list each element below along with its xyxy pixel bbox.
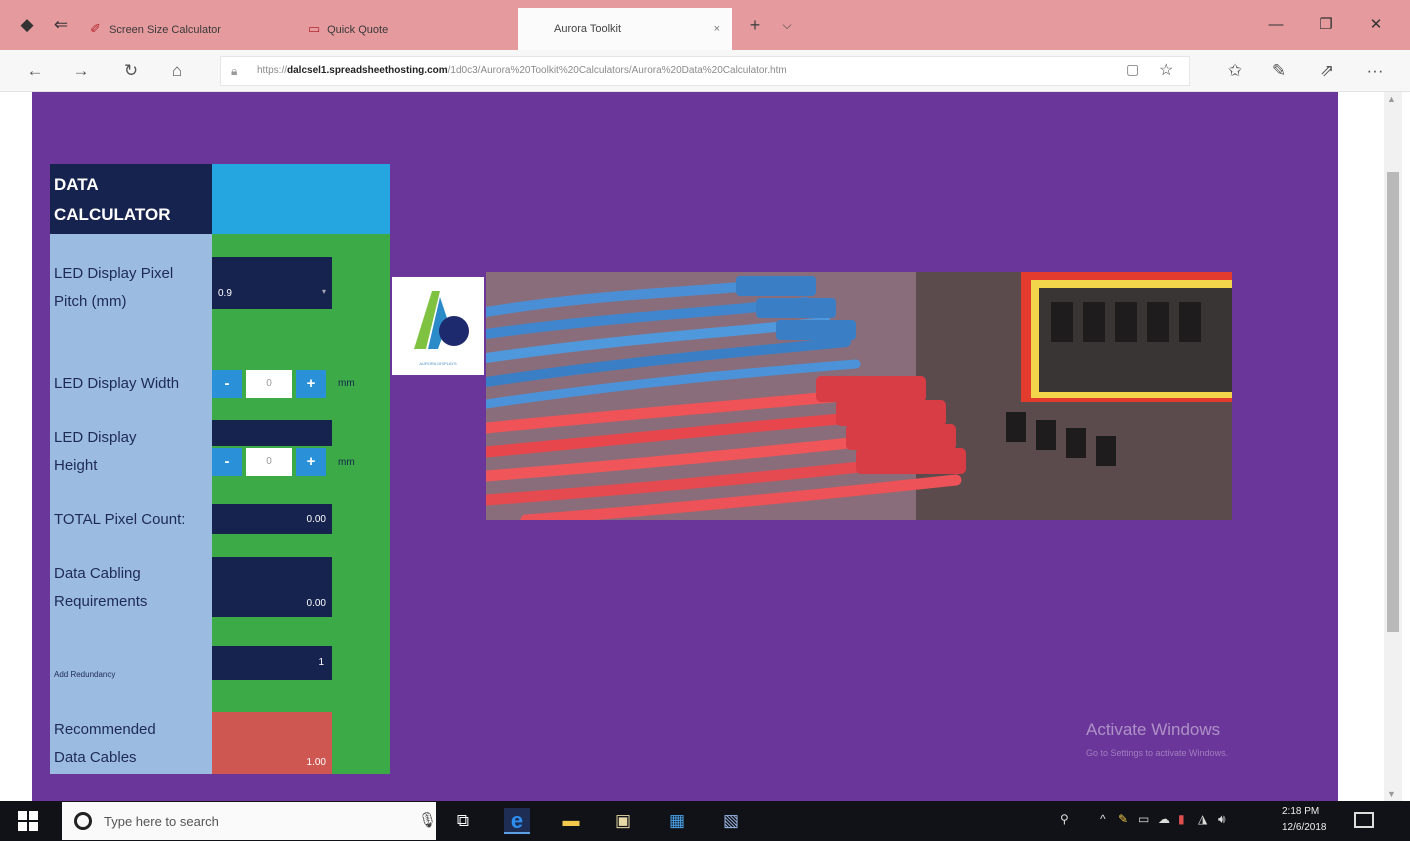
redundancy-input[interactable]: 1 <box>212 646 332 680</box>
app-pinned-icon[interactable]: ▧ <box>718 808 744 834</box>
clock-date[interactable]: 12/6/2018 <box>1282 822 1327 833</box>
tab-aurora-toolkit[interactable]: Aurora Toolkit × <box>518 8 732 50</box>
cables-photo-icon <box>486 272 1232 520</box>
height-decrement-button[interactable]: - <box>212 448 242 476</box>
tab-quick-quote[interactable]: ▭ Quick Quote <box>298 8 508 50</box>
task-view-icon[interactable]: ⧉ <box>450 808 476 834</box>
total-pixel-label: TOTAL Pixel Count: <box>54 511 186 528</box>
scroll-up-arrow-icon[interactable]: ▲ <box>1387 94 1396 104</box>
aurora-logo-mark-icon <box>414 291 469 349</box>
tab-label: Screen Size Calculator <box>109 24 221 36</box>
address-bar[interactable]: 🔒︎ https://dalcsel1.spreadsheethosting.c… <box>220 56 1190 86</box>
share-icon[interactable]: ⇗ <box>1314 58 1340 84</box>
maximize-button[interactable]: ❐ <box>1306 8 1346 42</box>
minimize-button[interactable]: — <box>1256 8 1296 42</box>
width-unit: mm <box>338 378 355 389</box>
tab-list-chevron-icon[interactable]: ⌵ <box>774 12 800 38</box>
tab-label: Quick Quote <box>327 24 389 36</box>
back-button[interactable]: ← <box>22 58 48 84</box>
network-cables-banner-image <box>486 272 1232 520</box>
pixel-pitch-label: LED Display Pixel Pitch (mm) <box>54 265 174 310</box>
browser-tab-strip: ◆ ⇐ ✐ Screen Size Calculator ▭ Quick Quo… <box>0 0 1410 50</box>
aurora-logo: AURORA DISPLAYS <box>392 277 484 375</box>
cortana-icon <box>74 812 92 830</box>
mail-icon[interactable]: ▦ <box>664 808 690 834</box>
lock-icon: 🔒︎ <box>231 64 238 78</box>
total-pixel-output: 0.00 <box>212 504 332 534</box>
home-button[interactable]: ⌂ <box>164 58 190 84</box>
height-input[interactable]: 0 <box>246 448 292 476</box>
show-hidden-icons-chevron-icon[interactable]: ^ <box>1100 812 1106 826</box>
activate-windows-title: Activate Windows <box>1086 720 1221 739</box>
cabling-output: 0.00 <box>212 557 332 617</box>
action-center-icon[interactable] <box>1354 812 1374 828</box>
scroll-down-arrow-icon[interactable]: ▼ <box>1387 789 1396 799</box>
recommended-label: Recommended Data Cables <box>54 721 156 766</box>
favorites-icon[interactable]: ✩ <box>1222 58 1248 84</box>
scroll-thumb[interactable] <box>1387 172 1399 632</box>
title-accent-block <box>212 164 390 234</box>
tab-actions-icon[interactable]: ⇐ <box>50 14 72 36</box>
tab-label: Aurora Toolkit <box>554 23 622 35</box>
refresh-button[interactable]: ↻ <box>118 58 144 84</box>
battery-icon[interactable]: ▭ <box>1138 812 1149 826</box>
height-label: LED Display Height <box>54 429 137 474</box>
tab-screen-size-calculator[interactable]: ✐ Screen Size Calculator <box>80 8 290 50</box>
page-scrollbar[interactable]: ▲ ▼ <box>1384 92 1402 801</box>
network-icon[interactable]: ◮ <box>1198 812 1207 826</box>
store-icon[interactable]: ▣ <box>610 808 636 834</box>
width-increment-button[interactable]: + <box>296 370 326 398</box>
windows-taskbar: Type here to search 🎙︎ ⧉ e ▬ ▣ ▦ ▧ ⚲ ^ ✎… <box>0 801 1410 841</box>
data-calculator: DATA CALCULATOR LED Display Pixel Pitch … <box>50 164 390 774</box>
pixel-pitch-select[interactable]: 0.9 ▾ <box>212 279 332 309</box>
more-icon[interactable]: ··· <box>1362 58 1388 84</box>
browser-toolbar: ← → ↻ ⌂ 🔒︎ https://dalcsel1.spreadsheeth… <box>0 50 1410 92</box>
page-content: DATA CALCULATOR LED Display Pixel Pitch … <box>0 92 1410 801</box>
new-tab-button[interactable]: + <box>742 12 768 38</box>
width-label: LED Display Width <box>54 375 180 392</box>
pen-icon[interactable]: ✎ <box>1266 58 1292 84</box>
page-favicon-icon: ▭ <box>308 21 321 36</box>
reading-view-icon[interactable]: ▢ <box>1126 61 1139 78</box>
pen-tray-icon[interactable]: ✎ <box>1118 812 1128 826</box>
workspaces-icon[interactable]: ◆ <box>16 14 38 36</box>
activate-windows-subtitle: Go to Settings to activate Windows. <box>1086 748 1229 758</box>
width-input[interactable]: 0 <box>246 370 292 398</box>
taskbar-search-box[interactable]: Type here to search 🎙︎ <box>62 802 437 840</box>
redundancy-label: Add Redundancy <box>54 670 116 679</box>
logo-caption: AURORA DISPLAYS <box>419 361 457 366</box>
microphone-icon[interactable]: 🎙︎ <box>418 811 437 829</box>
people-icon[interactable]: ⚲ <box>1060 812 1069 826</box>
page-favicon-icon: ✐ <box>90 21 101 36</box>
file-explorer-icon[interactable]: ▬ <box>558 808 584 834</box>
cabling-label: Data Cabling Requirements <box>54 565 148 610</box>
forward-button[interactable]: → <box>68 58 94 84</box>
height-increment-button[interactable]: + <box>296 448 326 476</box>
close-window-button[interactable]: ✕ <box>1356 8 1396 42</box>
clock-time[interactable]: 2:18 PM <box>1282 806 1319 817</box>
url-text: https://dalcsel1.spreadsheethosting.com/… <box>257 65 787 76</box>
favorite-star-icon[interactable]: ☆ <box>1159 60 1173 80</box>
calculator-title: DATA CALCULATOR <box>50 164 212 234</box>
edge-browser-icon[interactable]: e <box>504 808 530 834</box>
search-placeholder: Type here to search <box>104 814 219 829</box>
pixel-pitch-header <box>212 257 332 279</box>
close-tab-icon[interactable]: × <box>714 8 720 50</box>
windows-start-icon[interactable] <box>18 811 38 831</box>
recommended-output: 1.00 <box>212 712 332 774</box>
dropdown-chevron-icon: ▾ <box>321 287 326 296</box>
volume-icon[interactable]: 🔊︎ <box>1218 812 1226 827</box>
height-unit: mm <box>338 457 355 468</box>
security-shield-icon[interactable]: ▮ <box>1178 812 1185 826</box>
onedrive-icon[interactable]: ☁ <box>1158 812 1170 826</box>
width-decrement-button[interactable]: - <box>212 370 242 398</box>
height-header <box>212 420 332 446</box>
